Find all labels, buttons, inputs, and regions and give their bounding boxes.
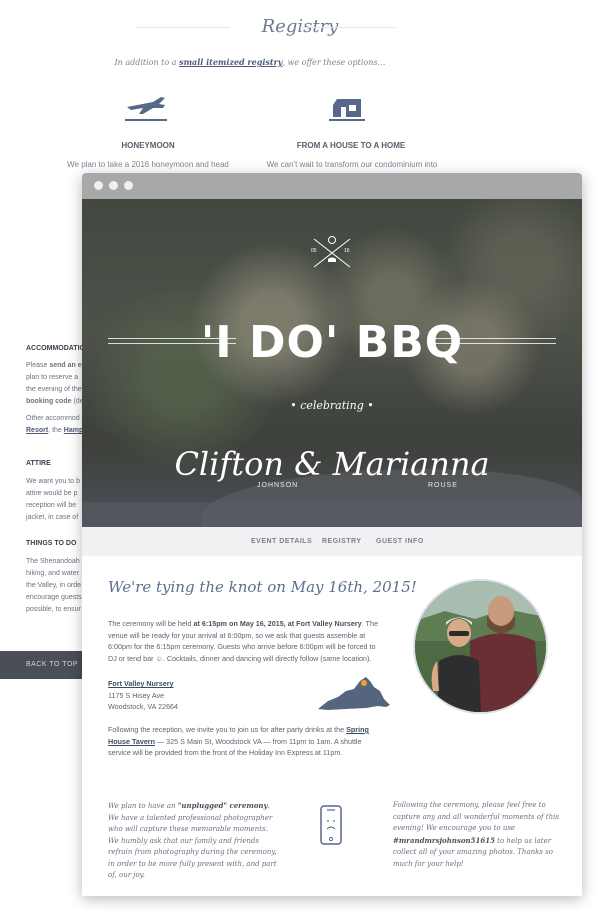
nav-item-registry[interactable]: REGISTRY xyxy=(322,538,362,545)
virginia-map-icon xyxy=(316,673,394,713)
window-minimize-button[interactable] xyxy=(109,181,118,190)
window-maximize-button[interactable] xyxy=(124,181,133,190)
emblem-month: 05 xyxy=(311,248,317,254)
browser-window: 05 16 'I DO' BBQ • celebrating • Clifton… xyxy=(82,173,582,896)
divider xyxy=(300,27,395,28)
after-party-paragraph: Following the reception, we invite you t… xyxy=(108,725,369,757)
option-text: We plan to take a 2016 honeymoon and hea… xyxy=(67,160,229,169)
couple-names: Clifton & Marianna xyxy=(174,445,490,483)
divider xyxy=(428,338,556,344)
registry-intro: In addition to a small itemized registry… xyxy=(114,57,386,67)
celebrating-label: • celebrating • xyxy=(290,399,374,412)
small-registry-link[interactable]: small itemized registry xyxy=(179,57,282,67)
venue-link[interactable]: Fort Valley Nursery xyxy=(108,679,174,688)
airplane-icon xyxy=(121,93,171,128)
couple-photo xyxy=(413,579,548,714)
window-close-button[interactable] xyxy=(94,181,103,190)
surname-right: ROUSE xyxy=(428,482,458,489)
house-icon xyxy=(327,93,367,128)
sad-phone-icon xyxy=(319,805,343,850)
hero-banner: 05 16 'I DO' BBQ • celebrating • Clifton… xyxy=(82,199,582,527)
emblem-day: 16 xyxy=(344,248,350,254)
resort-link[interactable]: Resort xyxy=(26,427,48,434)
nav-item-guest-info[interactable]: GUEST INFO xyxy=(376,538,424,545)
unplugged-text-left: We plan to have an "unplugged" ceremony.… xyxy=(108,801,277,879)
option-title: HONEYMOON xyxy=(121,141,175,150)
hampton-link[interactable]: Hamp xyxy=(64,427,83,434)
ceremony-paragraph: The ceremony will be held at 6:15pm on M… xyxy=(108,619,378,663)
option-title: FROM A HOUSE TO A HOME xyxy=(296,141,406,150)
surname-left: JOHNSON xyxy=(257,482,299,489)
details-heading: We're tying the knot on May 16th, 2015! xyxy=(108,578,417,596)
window-title-bar xyxy=(82,173,582,199)
nav-item-event-details[interactable]: EVENT DETAILS xyxy=(251,538,312,545)
unplugged-text-right: Following the ceremony, please feel free… xyxy=(393,801,559,868)
crossed-emblem-icon: 05 16 xyxy=(310,229,354,273)
venue-address: Fort Valley Nursery 1175 S Hisey Ave Woo… xyxy=(108,679,179,711)
option-text: We can't wait to transform our condomini… xyxy=(266,160,438,169)
back-to-top-link[interactable]: BACK TO TOP xyxy=(26,661,78,668)
nav-bar: EVENT DETAILS REGISTRY GUEST INFO xyxy=(82,527,582,556)
